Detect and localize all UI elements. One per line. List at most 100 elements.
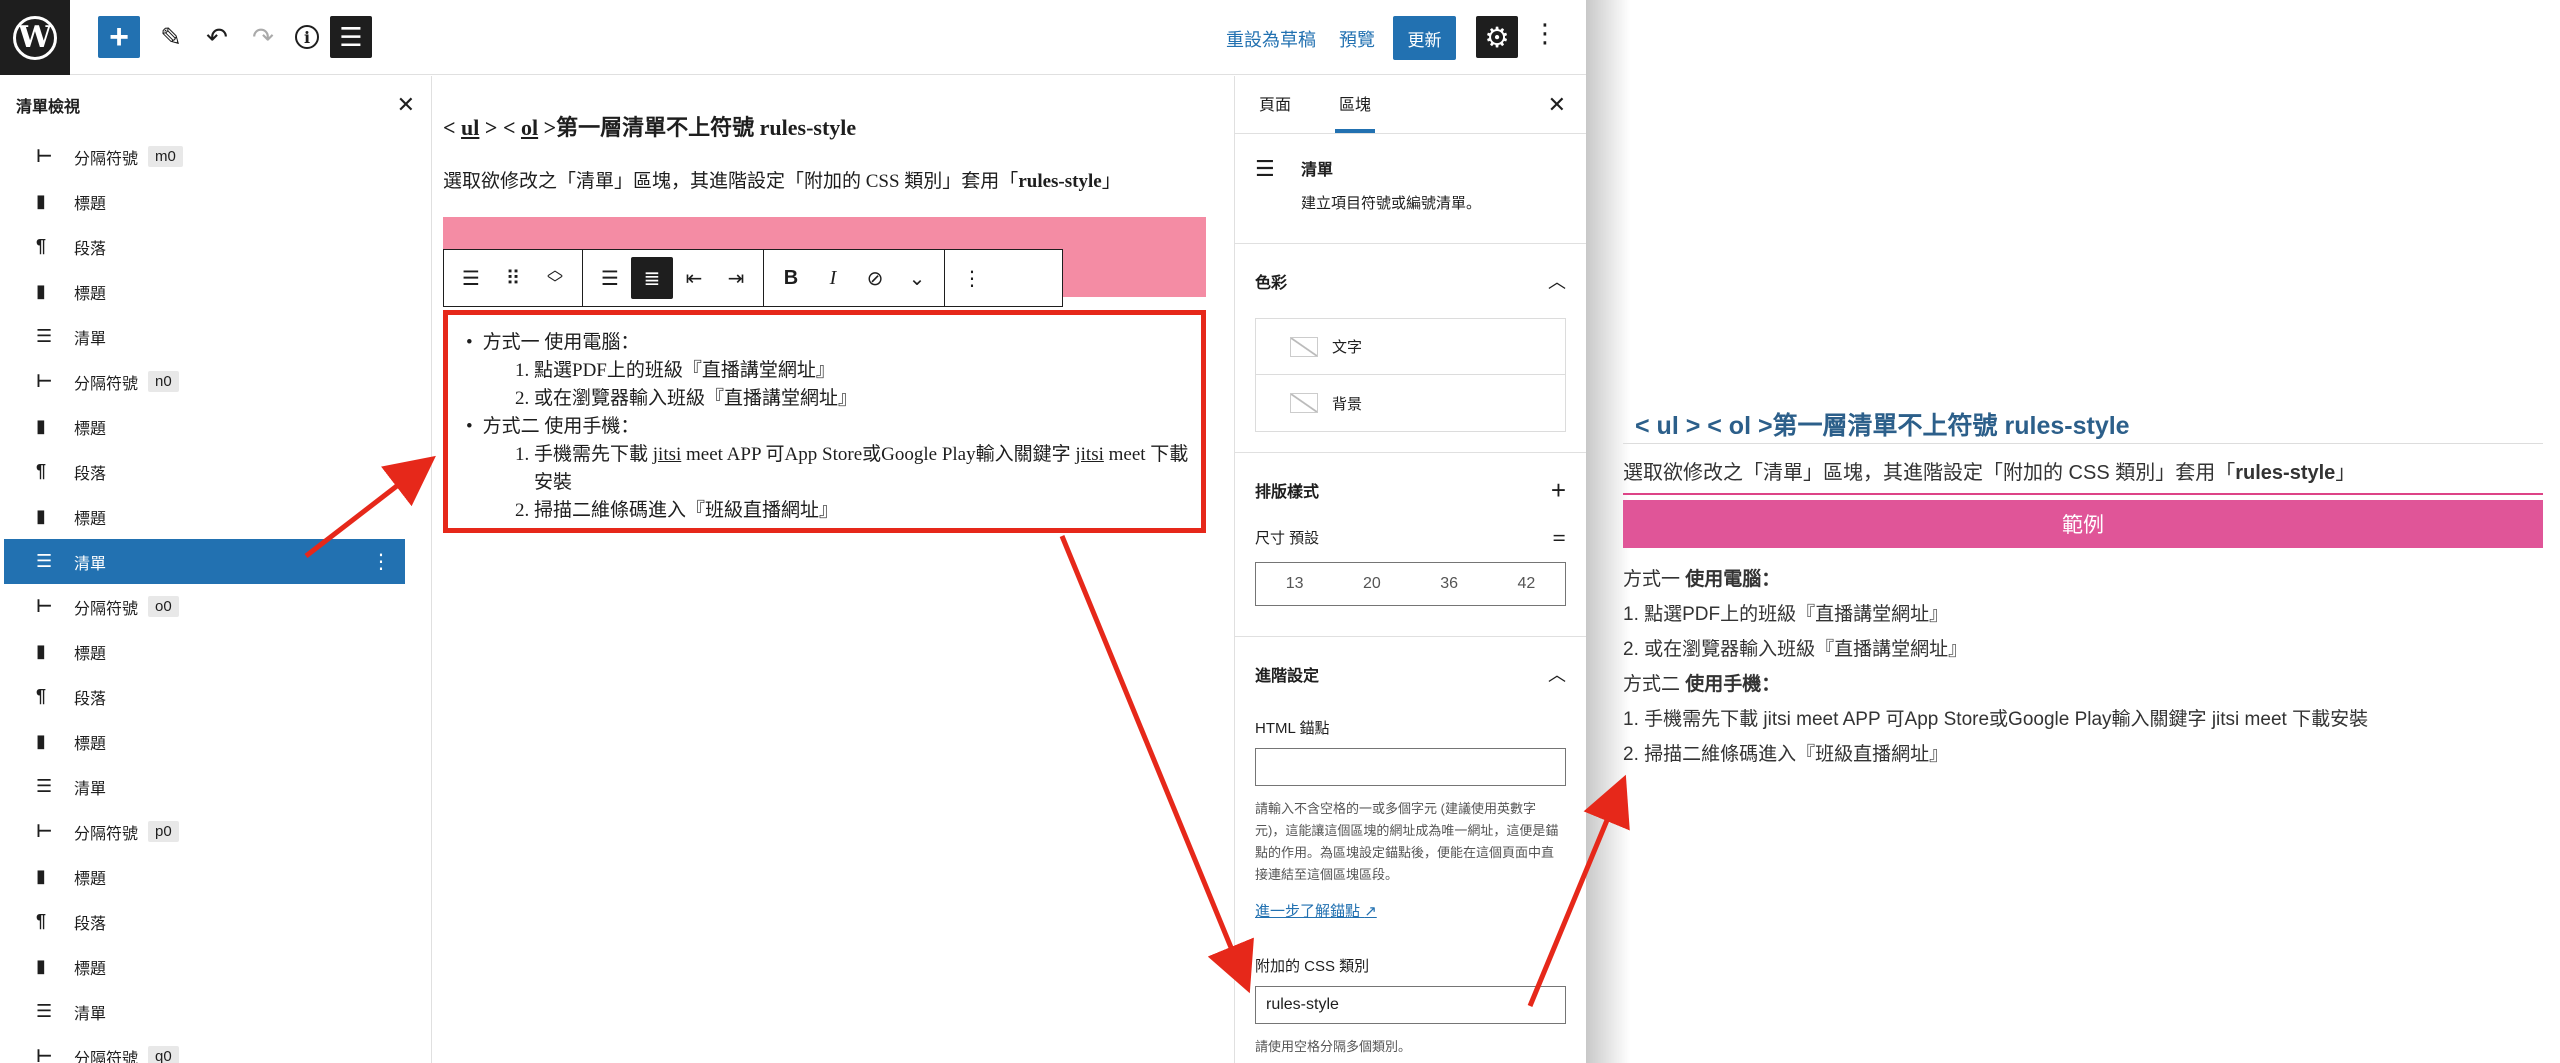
settings-tabs: 頁面 區塊 ✕	[1235, 76, 1586, 134]
list-view-item[interactable]: ▮ 標題	[0, 494, 431, 539]
font-size-option[interactable]: 36	[1411, 563, 1488, 605]
preview-list-item: 1. 手機需先下載 jitsi meet APP 可App Store或Goog…	[1623, 702, 2368, 737]
list-view-item[interactable]: ▮ 標題	[0, 269, 431, 314]
pencil-tool-icon[interactable]: ✎	[150, 16, 192, 58]
redo-icon[interactable]: ↷	[242, 16, 284, 58]
preview-desc-text-a: 選取欲修改之「清單」區塊，其進階設定「附加的 CSS 類別」套用「	[1623, 462, 2236, 484]
bold-icon[interactable]: B	[770, 257, 812, 299]
font-size-option[interactable]: 13	[1256, 563, 1333, 605]
list-view-item[interactable]: ▮ 標題	[0, 404, 431, 449]
anchor-badge: o0	[148, 596, 179, 617]
font-size-option[interactable]: 20	[1333, 563, 1410, 605]
list-view-item[interactable]: ☰ 清單	[0, 314, 431, 359]
list-view-item[interactable]: ☰ 清單	[0, 989, 431, 1034]
list-item[interactable]: 方式一 使用電腦： 點選PDF上的班級『直播講堂網址』 或在瀏覽器輸入班級『直播…	[483, 329, 1201, 413]
move-up-down-icon[interactable]: ︿ ﹀	[534, 257, 576, 299]
wordpress-logo[interactable]: W	[0, 0, 70, 75]
more-formatting-chevron-icon[interactable]: ⌄	[896, 257, 938, 299]
list-view-item-label: 標題	[74, 510, 107, 528]
update-button[interactable]: 更新	[1393, 16, 1456, 60]
list-item[interactable]: 手機需先下載 jitsi meet APP 可App Store或Google …	[534, 441, 1201, 497]
list-view-item[interactable]: ¶ 段落	[0, 449, 431, 494]
preview-item-text: 2. 掃描二維條碼進入『班級直播網址』	[1623, 744, 1949, 765]
block-options-icon[interactable]: ⋮	[951, 257, 993, 299]
font-size-option[interactable]: 42	[1488, 563, 1565, 605]
block-toolbar: ☰ ⠿ ︿ ﹀ ☰ ≣ ⇤ ⇥ B I ⊘ ⌄ ⋮	[443, 249, 1063, 307]
page-heading[interactable]: < ul > < ol >第一層清單不上符號 rules-style	[443, 110, 856, 142]
outdent-icon[interactable]: ⇤	[673, 257, 715, 299]
list-view-item[interactable]: ▮ 標題	[0, 854, 431, 899]
plus-icon[interactable]: +	[1551, 475, 1566, 506]
list-view-item[interactable]: ⊢ 分隔符號 n0	[0, 359, 431, 404]
preview-item-prefix: 方式一	[1623, 569, 1686, 590]
list-view-item[interactable]: ¶ 段落	[0, 899, 431, 944]
list-view-item-label: 分隔符號	[74, 1050, 139, 1063]
settings-gear-icon[interactable]: ⚙	[1476, 16, 1518, 58]
list-view-item[interactable]: ▮ 標題	[0, 629, 431, 674]
list-view-item[interactable]: ▮ 標題	[0, 719, 431, 764]
list-view-item[interactable]: ▮ 標題	[0, 179, 431, 224]
switch-to-draft-button[interactable]: 重設為草稿	[1226, 26, 1316, 52]
learn-more-text: 進一步了解錨點	[1255, 903, 1361, 920]
preview-button[interactable]: 預覽	[1339, 26, 1375, 52]
tab-block[interactable]: 區塊	[1335, 91, 1376, 133]
more-options-icon[interactable]: ⋮	[1532, 18, 1558, 49]
list-view-item[interactable]: ⊢ 分隔符號 m0	[0, 134, 431, 179]
list-item[interactable]: 掃描二維條碼進入『班級直播網址』	[534, 497, 1201, 525]
desc-text-c: 」	[1101, 171, 1121, 192]
list-view-item[interactable]: ☰ 清單 ⋮	[4, 539, 405, 584]
list-view-item[interactable]: ⊢ 分隔符號 q0	[0, 1034, 431, 1063]
list-view-item[interactable]: ☰ 清單	[0, 764, 431, 809]
close-icon[interactable]: ✕	[1548, 92, 1566, 118]
html-anchor-input[interactable]	[1255, 748, 1566, 786]
block-card-title: 清單	[1301, 162, 1334, 179]
add-block-button[interactable]: +	[98, 16, 140, 58]
description-paragraph[interactable]: 選取欲修改之「清單」區塊，其進階設定「附加的 CSS 類別」套用「rules-s…	[443, 166, 1121, 193]
list-item[interactable]: 或在瀏覽器輸入班級『直播講堂網址』	[534, 385, 1201, 413]
background-color-label: 背景	[1332, 395, 1363, 413]
item-options-icon[interactable]: ⋮	[371, 549, 391, 574]
list-view-item-label: 清單	[74, 330, 107, 348]
desc-class-name: rules-style	[1018, 171, 1102, 192]
preview-item-bold: 使用手機：	[1685, 674, 1781, 695]
font-size-picker: 13 20 36 42	[1255, 562, 1566, 606]
undo-icon[interactable]: ↶	[196, 16, 238, 58]
paragraph-icon: ¶	[36, 461, 47, 481]
list-view-item-label: 段落	[74, 690, 107, 708]
list-view-item[interactable]: ¶ 段落	[0, 674, 431, 719]
italic-icon[interactable]: I	[812, 257, 854, 299]
tab-page[interactable]: 頁面	[1255, 91, 1295, 133]
list-item[interactable]: 方式二 使用手機： 手機需先下載 jitsi meet APP 可App Sto…	[483, 413, 1201, 525]
list-view-toggle-icon[interactable]: ☰	[330, 16, 372, 58]
list-view-item-label: 段落	[74, 240, 107, 258]
text-color-option[interactable]: 文字	[1256, 319, 1565, 375]
list-view-item[interactable]: ⊢ 分隔符號 o0	[0, 584, 431, 629]
list-view-item[interactable]: ¶ 段落	[0, 224, 431, 269]
list-view-item-label: 段落	[74, 465, 107, 483]
background-color-option[interactable]: 背景	[1256, 375, 1565, 431]
unordered-list-icon[interactable]: ☰	[589, 257, 631, 299]
list-item[interactable]: 點選PDF上的班級『直播講堂網址』	[534, 357, 1201, 385]
list-view-item[interactable]: ⊢ 分隔符號 p0	[0, 809, 431, 854]
block-editor: W + ✎ ↶ ↷ i ☰ 重設為草稿 預覽 更新 ⚙ ⋮ 清單檢視 ✕ ⊢ 分隔…	[0, 0, 1586, 1063]
close-icon[interactable]: ✕	[397, 92, 415, 118]
link-icon[interactable]: ⊘	[854, 257, 896, 299]
chevron-up-icon: ︿	[1548, 272, 1566, 292]
typography-panel-header[interactable]: 排版樣式 +	[1255, 453, 1566, 527]
anchor-badge: q0	[148, 1046, 179, 1063]
css-class-input[interactable]: rules-style	[1255, 986, 1566, 1024]
selected-list-block[interactable]: 方式一 使用電腦： 點選PDF上的班級『直播講堂網址』 或在瀏覽器輸入班級『直播…	[443, 310, 1206, 533]
html-anchor-help: 請輸入不含空格的一或多個字元 (建議使用英數字元)，這能讓這個區塊的網址成為唯一…	[1255, 801, 1559, 882]
drag-handle-icon[interactable]: ⠿	[492, 257, 534, 299]
color-swatch-icon	[1290, 393, 1318, 413]
color-panel-header[interactable]: 色彩 ︿	[1255, 244, 1566, 318]
info-icon[interactable]: i	[286, 16, 328, 58]
block-type-list-icon[interactable]: ☰	[450, 257, 492, 299]
learn-more-link[interactable]: 進一步了解錨點 ↗	[1255, 900, 1566, 921]
ordered-list-icon[interactable]: ≣	[631, 257, 673, 299]
list-view-item[interactable]: ▮ 標題	[0, 944, 431, 989]
indent-icon[interactable]: ⇥	[715, 257, 757, 299]
advanced-panel-header[interactable]: 進階設定 ︿	[1255, 637, 1566, 711]
custom-size-settings-icon[interactable]: ⚌	[1553, 527, 1566, 548]
separator-icon: ⊢	[36, 371, 53, 391]
